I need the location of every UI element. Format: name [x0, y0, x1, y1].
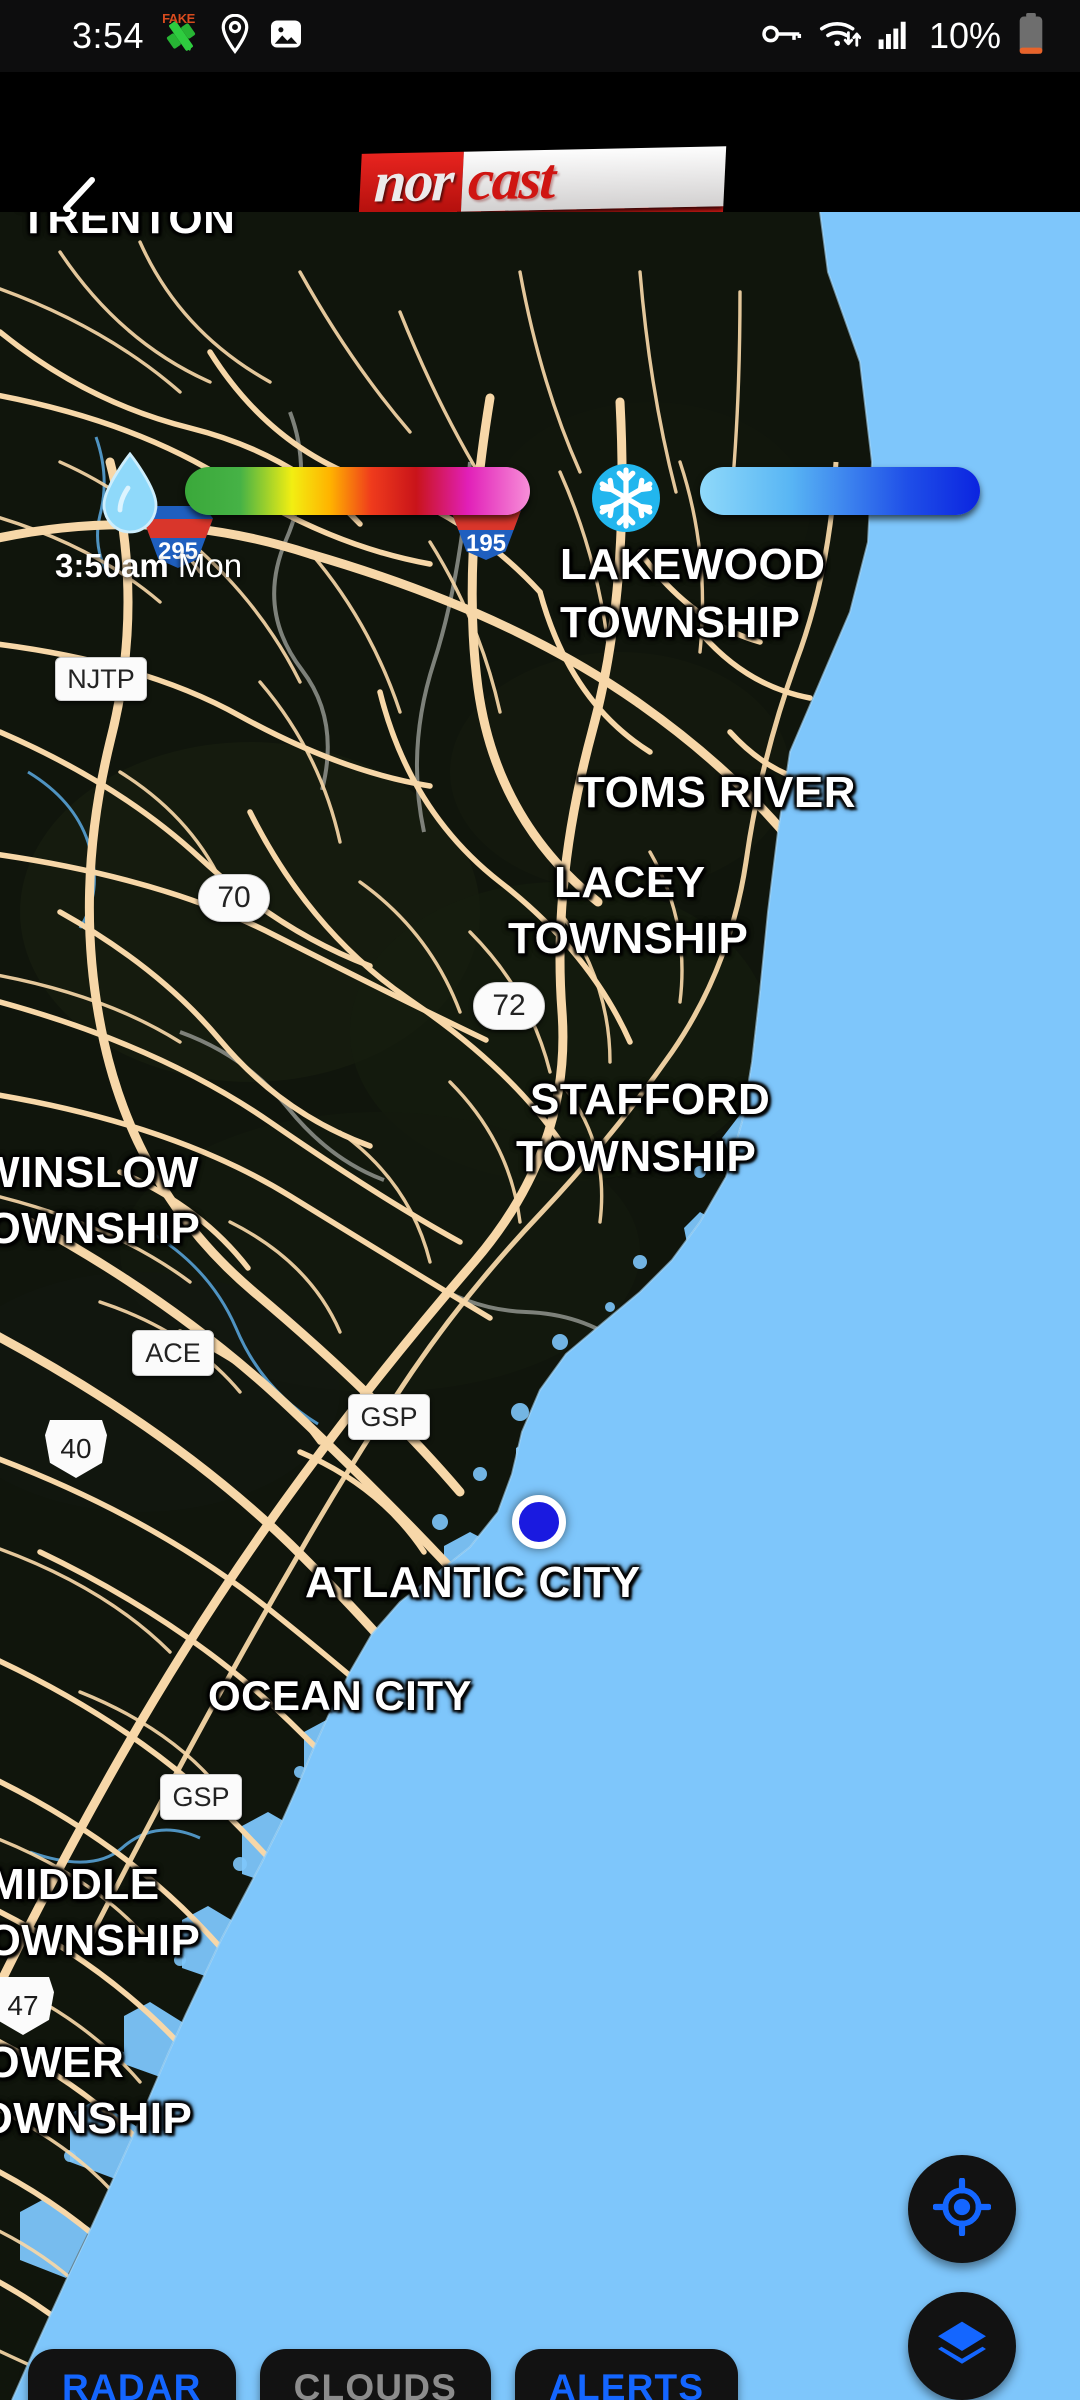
route-shield-njtp[interactable]: NJTP [55, 657, 147, 701]
status-bar-clock: 3:54 [72, 15, 145, 56]
map-city-label: TOWNSHIP [516, 1132, 757, 1181]
radar-frame-timestamp: 3:50am Mon [55, 547, 242, 585]
radar-frame-day: Mon [177, 547, 243, 584]
snowflake-icon [590, 462, 662, 539]
map-city-label: OCEAN CITY [208, 1672, 473, 1719]
screenshot-image-icon [268, 16, 304, 57]
fake-gps-icon: FAKE [160, 11, 202, 57]
map-city-label: TOWNSHIP [508, 914, 749, 963]
map-city-label: LACEY [554, 858, 706, 907]
layer-toggle-group: RADAR CLOUDS ALERTS [0, 2340, 1080, 2400]
precipitation-intensity-scale [185, 467, 530, 515]
status-bar-right: 10% [762, 12, 1044, 60]
layer-chip-alerts[interactable]: ALERTS [515, 2349, 739, 2400]
crosshair-locate-icon [932, 2176, 992, 2241]
map-city-label: LAKEWOOD [560, 540, 826, 589]
map-city-label: TOMS RIVER [578, 768, 857, 817]
radar-frame-time: 3:50am [55, 547, 169, 584]
logo-word-cast: cast [460, 146, 727, 213]
route-shield-gsp[interactable]: GSP [160, 1774, 242, 1820]
water-drop-icon [98, 451, 162, 539]
user-location-dot [512, 1495, 566, 1549]
route-shield-ace[interactable]: ACE [132, 1330, 214, 1376]
locate-me-button[interactable] [908, 2155, 1016, 2263]
map-city-label: TOWNSHIP [0, 1916, 201, 1965]
map-city-label: TOWNSHIP [0, 2094, 193, 2143]
wifi-icon [819, 17, 862, 56]
battery-low-icon [1018, 12, 1044, 60]
snow-intensity-scale [700, 467, 980, 515]
map-city-label: LOWER [0, 2038, 125, 2087]
app-header: nor cast WEATHER ALERT [0, 72, 1080, 276]
fake-badge-label: FAKE [162, 11, 195, 26]
route-shield-72[interactable]: 72 [473, 982, 545, 1030]
route-shield-70[interactable]: 70 [198, 874, 270, 922]
map-city-label: ATLANTIC CITY [305, 1558, 641, 1607]
layer-chip-clouds[interactable]: CLOUDS [259, 2349, 492, 2400]
location-pin-icon [218, 13, 252, 59]
map-city-label: STAFFORD [530, 1075, 771, 1124]
route-shield-gsp[interactable]: GSP [348, 1394, 430, 1440]
status-bar: 3:54 FAKE 10% [0, 0, 1080, 72]
map-city-label: WINSLOW [0, 1148, 200, 1197]
logo-word-nor: nor [358, 148, 464, 215]
map-city-label: MIDDLE [0, 1860, 160, 1909]
status-bar-left: 3:54 FAKE [72, 11, 304, 59]
battery-percent-label: 10% [928, 15, 1001, 56]
vpn-key-icon [762, 22, 802, 51]
map-city-label: TRENTON [20, 212, 236, 243]
logo-primary-row: nor cast [358, 146, 727, 215]
radar-map[interactable]: TRENTON LAKEWOOD TOWNSHIP TOMS RIVER LAC… [0, 212, 1080, 2400]
cellular-signal-icon [878, 19, 912, 54]
map-city-label: TOWNSHIP [0, 1204, 201, 1253]
map-city-label: TOWNSHIP [560, 598, 801, 647]
layer-chip-radar[interactable]: RADAR [28, 2349, 236, 2400]
